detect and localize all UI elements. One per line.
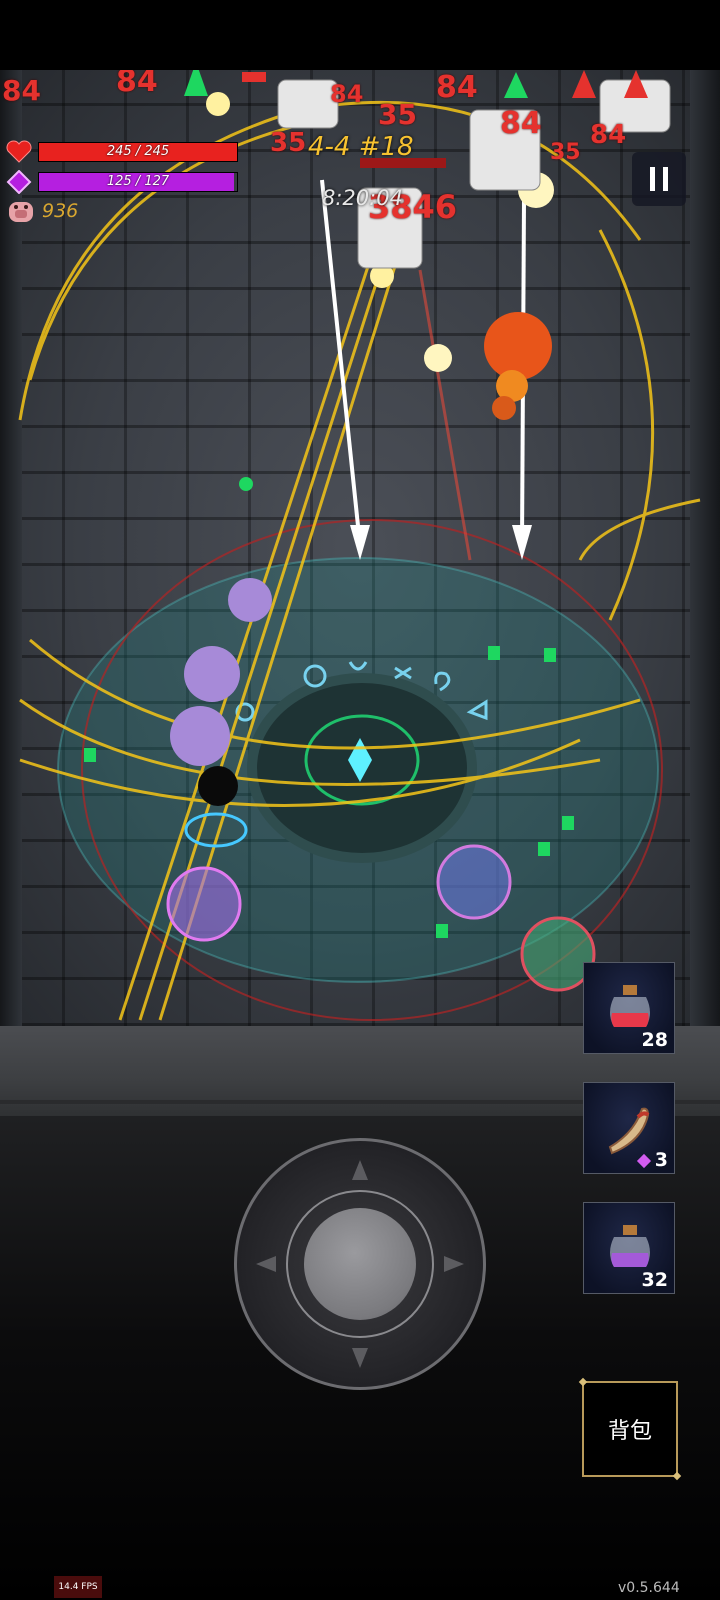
damage-number: 35 — [378, 98, 417, 131]
mp-bar: 125 / 127 — [38, 172, 238, 192]
player-icon — [198, 766, 238, 806]
damage-number: 35 — [270, 128, 307, 158]
damage-number: 35 — [550, 140, 581, 165]
damage-number: 84 — [2, 74, 41, 107]
mana-gem-icon — [6, 170, 32, 194]
item-count: 3 — [654, 1149, 668, 1171]
damage-number: 84 — [330, 80, 364, 108]
hp-text: 245 / 245 — [106, 144, 170, 159]
gem-icon — [636, 1153, 651, 1168]
item-slot-purple-potion[interactable]: 32 — [583, 1202, 675, 1294]
pig-counter: 936 — [42, 200, 79, 222]
spell-effects — [18, 70, 701, 1021]
stage-label: 4-4 #18 — [308, 132, 414, 162]
fps-counter: 14.4 FPS — [54, 1576, 102, 1598]
item-slot-red-potion[interactable]: 28 — [583, 962, 675, 1054]
damage-number: 84 — [500, 106, 542, 141]
pig-icon — [9, 202, 33, 222]
hp-row: 245 / 245 — [6, 140, 238, 164]
survival-timer: 8:20:04 — [322, 186, 403, 210]
version-label: v0.5.644 — [618, 1580, 680, 1596]
game-arena: 84 84 84 35 35 35 84 84 84 3846 — [0, 70, 720, 1026]
pause-icon — [650, 167, 655, 191]
heart-icon — [6, 140, 32, 163]
joystick-knob[interactable] — [304, 1208, 416, 1320]
damage-number: 84 — [116, 70, 158, 99]
pig-row: 936 — [6, 198, 78, 224]
item-count: 32 — [641, 1269, 668, 1291]
backpack-button[interactable]: 背包 — [582, 1381, 678, 1477]
damage-number: 84 — [590, 120, 627, 150]
pause-button[interactable] — [632, 152, 686, 206]
mp-row: 125 / 127 — [6, 170, 238, 194]
damage-number: 84 — [436, 70, 478, 105]
mp-text: 125 / 127 — [106, 174, 170, 189]
item-count: 28 — [641, 1029, 668, 1051]
hp-bar: 245 / 245 — [38, 142, 238, 162]
item-slot-horn[interactable]: 3 — [583, 1082, 675, 1174]
